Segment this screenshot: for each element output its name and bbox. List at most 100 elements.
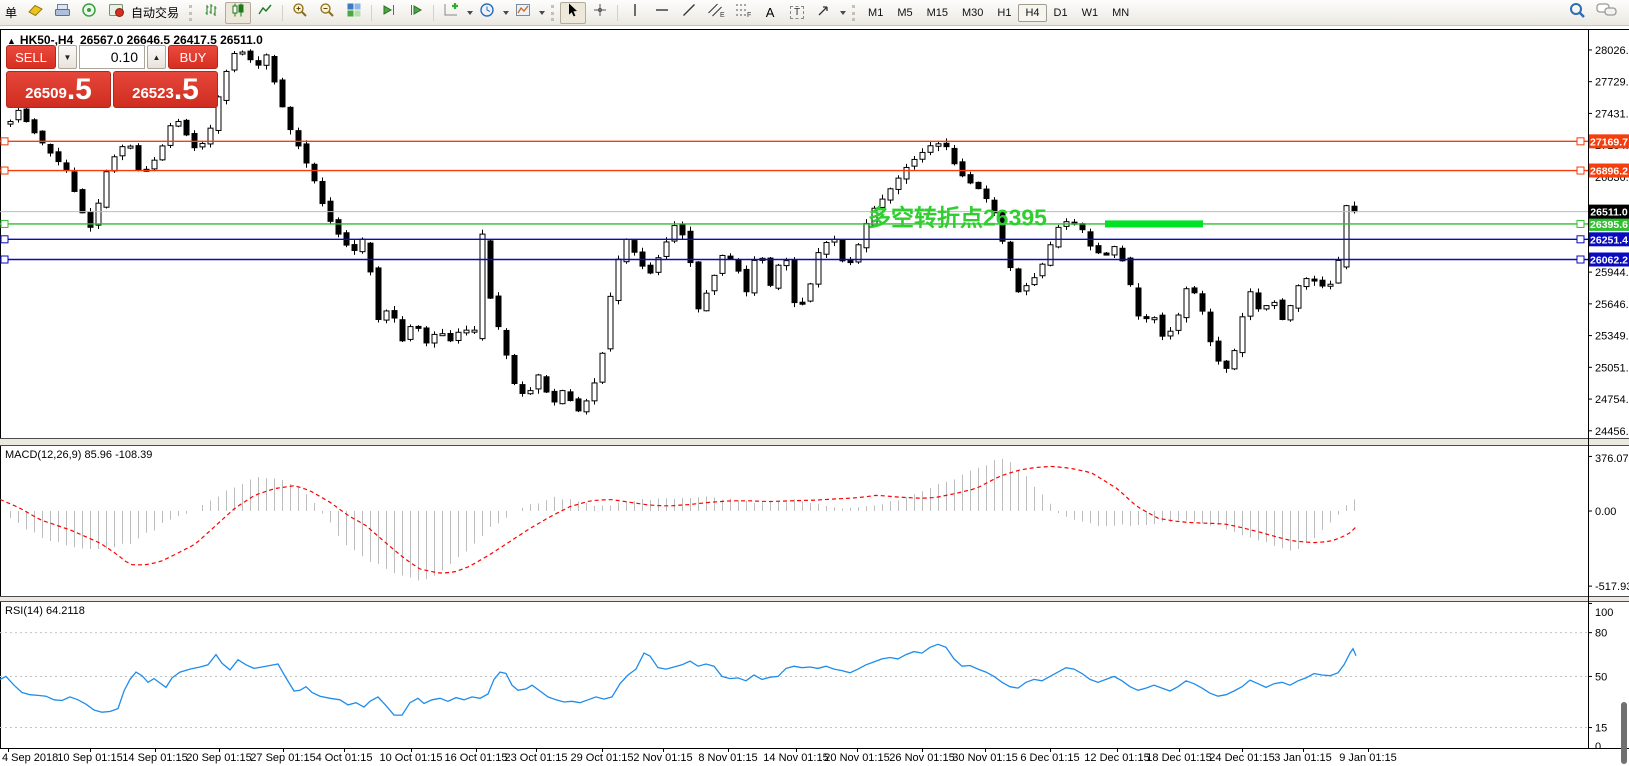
- time-axis-tick: [602, 748, 603, 752]
- toolbar-separator: [617, 5, 618, 21]
- svg-text:80: 80: [1595, 628, 1607, 640]
- scrollbar-thumb[interactable]: [1621, 702, 1627, 764]
- svg-text:26511.0: 26511.0: [1590, 207, 1628, 219]
- tile-windows-button[interactable]: [341, 2, 367, 24]
- arrows-tool-button[interactable]: [811, 2, 837, 24]
- time-axis-tick: [1050, 748, 1051, 752]
- timeframe-button-m5[interactable]: M5: [890, 4, 919, 22]
- sell-button[interactable]: SELL: [6, 45, 56, 69]
- svg-text:100: 100: [1595, 607, 1613, 619]
- svg-text:27431.5: 27431.5: [1595, 108, 1629, 120]
- svg-text:50: 50: [1595, 671, 1607, 683]
- panel-splitter[interactable]: [0, 438, 1629, 446]
- indicators-button[interactable]: [438, 2, 464, 24]
- chart-shift-icon: [408, 2, 424, 23]
- time-axis-label: 10 Sep 01:15: [57, 752, 122, 764]
- terminal-button[interactable]: [49, 2, 75, 24]
- strategy-tester-button[interactable]: [76, 2, 102, 24]
- time-axis[interactable]: 4 Sep 201810 Sep 01:1514 Sep 01:1520 Sep…: [0, 749, 1629, 766]
- timeframe-button-h1[interactable]: H1: [990, 4, 1018, 22]
- time-axis-label: 24 Dec 01:15: [1209, 752, 1274, 764]
- horizontal-line-tool-button[interactable]: [649, 2, 675, 24]
- timeframe-button-h4[interactable]: H4: [1018, 4, 1046, 22]
- time-axis-tick: [476, 748, 477, 752]
- chat-icon[interactable]: [1596, 2, 1618, 23]
- toolbar-grip[interactable]: [551, 5, 554, 21]
- chart-shift-button[interactable]: [403, 2, 429, 24]
- templates-button[interactable]: [510, 2, 536, 24]
- timeframe-button-m30[interactable]: M30: [955, 4, 990, 22]
- trendline-tool-button[interactable]: [676, 2, 702, 24]
- cursor-tool-button[interactable]: [560, 2, 586, 24]
- timeframe-button-m1[interactable]: M1: [861, 4, 890, 22]
- tile-windows-icon: [346, 2, 362, 23]
- toolbar-grip[interactable]: [852, 5, 855, 21]
- auto-scroll-icon: [381, 2, 397, 23]
- templates-dropdown-caret[interactable]: [539, 11, 545, 15]
- price-level-label: 26511.0: [1589, 205, 1629, 219]
- macd-indicator-panel[interactable]: 376.070.00-517.93: [0, 446, 1629, 596]
- vertical-line-tool-button[interactable]: [622, 2, 648, 24]
- toolbar-grip[interactable]: [189, 5, 192, 21]
- buy-button[interactable]: BUY: [168, 45, 218, 69]
- autotrading-button[interactable]: [103, 2, 129, 24]
- sell-price-display[interactable]: 26509.5: [6, 71, 111, 108]
- price-level-label: 26395.6: [1589, 217, 1629, 231]
- arrows-dropdown-caret[interactable]: [840, 11, 846, 15]
- label-tool-button[interactable]: T: [784, 2, 810, 24]
- vertical-line-icon: [627, 2, 643, 23]
- volume-increase-button[interactable]: ▲: [147, 45, 166, 69]
- timeframe-button-mn[interactable]: MN: [1105, 4, 1136, 22]
- line-handle-left: [1, 220, 8, 227]
- macd-label: MACD(12,26,9) 85.96 -108.39: [5, 449, 152, 461]
- volume-input[interactable]: 0.10: [79, 45, 145, 69]
- svg-text:27729.0: 27729.0: [1595, 77, 1629, 89]
- buy-price-display[interactable]: 26523.5: [113, 71, 218, 108]
- zoom-in-button[interactable]: [287, 2, 313, 24]
- timeframe-button-w1[interactable]: W1: [1075, 4, 1106, 22]
- time-axis-label: 9 Jan 01:15: [1339, 752, 1397, 764]
- crosshair-tool-button[interactable]: [587, 2, 613, 24]
- time-axis-tick: [728, 748, 729, 752]
- chart-bars-button[interactable]: [198, 2, 224, 24]
- autotrading-icon: [108, 3, 125, 23]
- timeframe-button-m15[interactable]: M15: [920, 4, 955, 22]
- buy-price-main: 26523: [132, 85, 174, 102]
- volume-decrease-button[interactable]: ▼: [58, 45, 77, 69]
- periods-button[interactable]: [474, 2, 500, 24]
- autotrading-label[interactable]: 自动交易: [131, 4, 179, 21]
- toolbar-separator: [433, 5, 434, 21]
- chart-candles-button[interactable]: [225, 2, 251, 24]
- channel-letter: E: [720, 12, 725, 18]
- rsi-indicator-panel[interactable]: 1008050150: [0, 602, 1629, 749]
- time-axis-tick: [1242, 748, 1243, 752]
- time-axis-label: 4 Oct 01:15: [316, 752, 373, 764]
- auto-scroll-button[interactable]: [376, 2, 402, 24]
- arrows-icon: [816, 2, 832, 23]
- menu-order-label[interactable]: 单: [3, 4, 21, 21]
- fibonacci-tool-button[interactable]: F: [730, 2, 756, 24]
- crosshair-icon: [592, 2, 608, 23]
- svg-text:26062.2: 26062.2: [1590, 254, 1628, 266]
- time-axis-label: 18 Dec 01:15: [1146, 752, 1211, 764]
- timeframe-button-d1[interactable]: D1: [1047, 4, 1075, 22]
- time-axis-tick: [796, 748, 797, 752]
- time-axis-label: 27 Sep 01:15: [250, 752, 315, 764]
- time-axis-label: 12 Dec 01:15: [1084, 752, 1149, 764]
- line-chart-icon: [257, 2, 273, 23]
- chart-line-button[interactable]: [252, 2, 278, 24]
- svg-text:26896.2: 26896.2: [1590, 166, 1628, 178]
- channel-tool-button[interactable]: E: [703, 2, 729, 24]
- new-order-button[interactable]: [22, 2, 48, 24]
- main-price-chart[interactable]: 多空转折点2639528026.527729.027431.527134.026…: [0, 31, 1629, 438]
- search-icon[interactable]: [1568, 1, 1586, 24]
- text-tool-button[interactable]: A: [757, 2, 783, 24]
- sell-price-frac: .5: [67, 75, 92, 105]
- periods-dropdown-caret[interactable]: [503, 11, 509, 15]
- zoom-out-button[interactable]: [314, 2, 340, 24]
- equidistant-channel-icon: E: [707, 2, 725, 23]
- time-axis-tick: [663, 748, 664, 752]
- indicators-dropdown-caret[interactable]: [467, 11, 473, 15]
- time-axis-tick: [411, 748, 412, 752]
- time-axis-label: 20 Sep 01:15: [186, 752, 251, 764]
